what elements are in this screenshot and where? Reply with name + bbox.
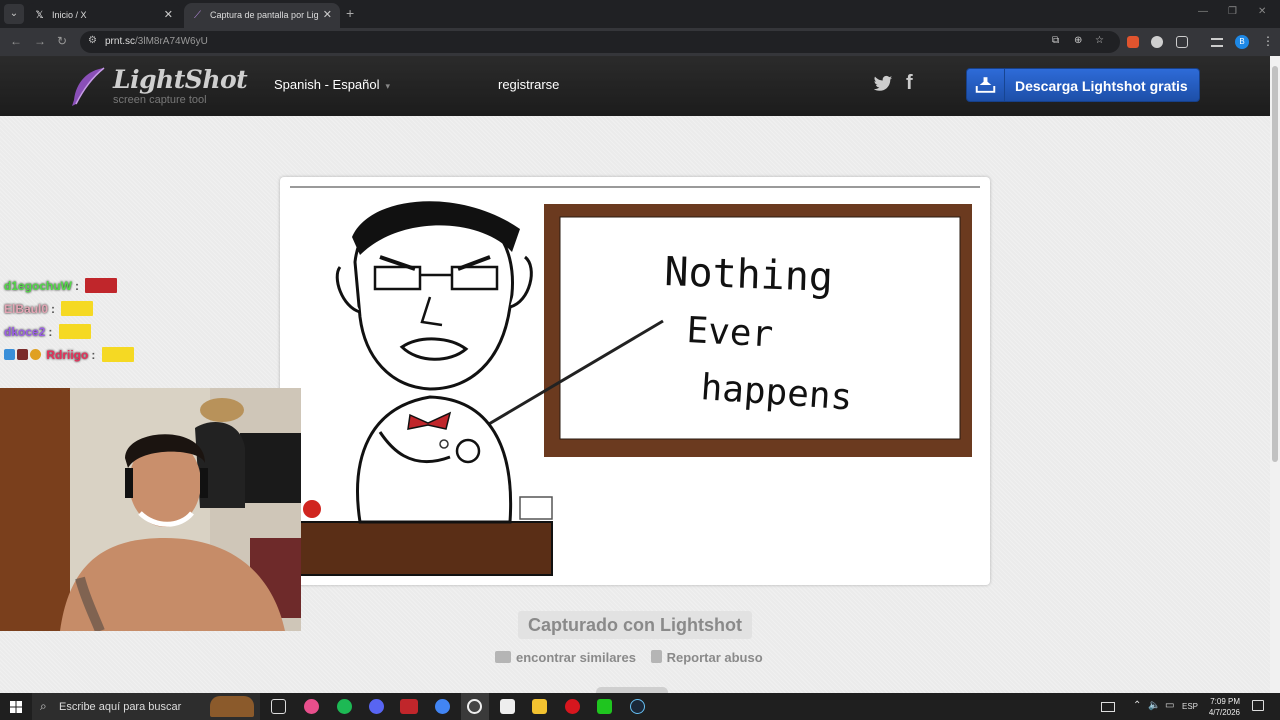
chat-username: dkoce2 xyxy=(4,325,46,339)
chat-message: d1egochuW: xyxy=(4,278,134,301)
find-similar-link[interactable]: encontrar similares xyxy=(516,650,636,665)
install-app-icon[interactable]: ⧉ xyxy=(1052,35,1059,46)
webcam-overlay xyxy=(0,388,301,631)
keyboard-icon[interactable] xyxy=(1101,702,1115,712)
taskbar-search[interactable]: ⌕ Escribe aquí para buscar xyxy=(32,693,260,720)
url-text: prnt.sc/3lM8rA74W6yU xyxy=(105,36,208,47)
clock-date: 4/7/2026 xyxy=(1208,708,1240,717)
chat-badge-icon xyxy=(4,349,15,360)
windows-start-icon[interactable] xyxy=(10,701,22,713)
app-icon[interactable] xyxy=(500,699,515,714)
chat-badge-icon xyxy=(30,349,41,360)
new-tab-button[interactable]: + xyxy=(346,5,354,21)
lightshot-header: LightShot screen capture tool Spanish - … xyxy=(0,56,1270,116)
extensions-puzzle-icon[interactable] xyxy=(1176,36,1188,48)
board-text-line1: Nothing xyxy=(664,249,834,301)
chat-message: dkoce2: xyxy=(4,324,134,347)
browser-toolbar: ← → ↻ ⚙ prnt.sc/3lM8rA74W6yU ⧉ ⊕ ☆ B ⋮ xyxy=(0,28,1280,56)
zoom-icon[interactable]: ⊕ xyxy=(1074,35,1082,46)
kick-icon[interactable] xyxy=(597,699,612,714)
taskbar-clock[interactable]: 7:09 PM 4/7/2026 xyxy=(1202,696,1240,718)
screenshot-image[interactable]: Nothing Ever happens xyxy=(280,177,990,585)
chat-emote xyxy=(101,347,134,362)
voicemod-icon[interactable] xyxy=(400,699,418,714)
file-explorer-icon[interactable] xyxy=(532,699,547,714)
forward-icon[interactable]: → xyxy=(34,34,46,48)
chat-message: ElBaul0: xyxy=(4,301,134,324)
tab-search-button[interactable]: ⌄ xyxy=(4,4,24,24)
download-lightshot-button[interactable]: Descarga Lightshot gratis xyxy=(966,68,1200,102)
maximize-icon[interactable]: ❐ xyxy=(1228,6,1237,17)
address-bar[interactable]: ⚙ prnt.sc/3lM8rA74W6yU ⧉ ⊕ ☆ xyxy=(80,31,1120,53)
captured-with-lightshot[interactable]: Capturado con Lightshot xyxy=(518,611,752,639)
close-tab-icon[interactable]: ✕ xyxy=(323,8,332,21)
chat-username: d1egochuW xyxy=(4,279,72,293)
reading-list-icon[interactable] xyxy=(1211,38,1223,47)
x-logo-icon: 𝕏 xyxy=(35,10,44,21)
logo-subtitle: screen capture tool xyxy=(113,94,207,106)
discord-icon[interactable] xyxy=(369,699,384,714)
download-icon xyxy=(975,69,1005,101)
board-text-line2: Ever xyxy=(686,310,775,355)
windows-taskbar: ⌕ Escribe aquí para buscar ⌃ 🔈 ▭ ESP 7:0… xyxy=(0,693,1280,720)
search-highlight-image xyxy=(210,696,254,717)
chevron-down-icon: ▾ xyxy=(385,81,391,91)
volume-icon[interactable]: 🔈 xyxy=(1148,700,1160,711)
profile-avatar[interactable]: B xyxy=(1235,35,1249,49)
download-button-label: Descarga Lightshot gratis xyxy=(1015,78,1188,94)
clock-time: 7:09 PM xyxy=(1210,697,1240,706)
menu-icon[interactable]: ⋮ xyxy=(1262,34,1274,48)
tab-lightshot[interactable]: ⟋ Captura de pantalla por Lightshot ✕ xyxy=(184,3,340,28)
close-tab-icon[interactable]: ✕ xyxy=(164,8,173,21)
obs-icon[interactable] xyxy=(467,699,482,714)
search-icon: ⌕ xyxy=(40,699,47,713)
chat-username: ElBaul0 xyxy=(4,302,49,316)
chevron-up-icon[interactable]: ⌃ xyxy=(1133,700,1141,711)
browser-tab-bar: ⌄ 𝕏 Inicio / X ✕ ⟋ Captura de pantalla p… xyxy=(0,0,1280,28)
close-window-icon[interactable]: ✕ xyxy=(1258,6,1266,17)
reload-icon[interactable]: ↻ xyxy=(57,34,67,48)
report-abuse-link[interactable]: Reportar abuso xyxy=(667,650,763,665)
notifications-icon[interactable] xyxy=(1252,700,1264,711)
bookmark-star-icon[interactable]: ☆ xyxy=(1095,35,1104,46)
clipboard-icon xyxy=(650,650,662,663)
steam-icon[interactable] xyxy=(630,699,645,714)
chat-emote xyxy=(85,278,118,293)
chat-emote xyxy=(61,301,94,316)
chat-emote xyxy=(58,324,91,339)
facebook-icon[interactable]: f xyxy=(906,72,913,95)
tab-title: Inicio / X xyxy=(52,10,87,20)
camera-icon xyxy=(495,651,511,663)
twitter-icon[interactable] xyxy=(873,75,893,93)
extension-icon[interactable] xyxy=(1127,36,1139,48)
opera-icon[interactable] xyxy=(565,699,580,714)
back-icon[interactable]: ← xyxy=(10,34,22,48)
copilot-icon[interactable] xyxy=(304,699,319,714)
task-view-icon[interactable] xyxy=(271,699,286,714)
tab-title: Captura de pantalla por Lightshot xyxy=(210,10,318,20)
chat-badge-icon xyxy=(17,349,28,360)
extension-icon[interactable] xyxy=(1151,36,1163,48)
tab-inicio-x[interactable]: 𝕏 Inicio / X ✕ xyxy=(26,3,181,28)
minimize-icon[interactable]: — xyxy=(1198,6,1208,17)
site-info-icon[interactable]: ⚙ xyxy=(88,35,100,47)
logo-title[interactable]: LightShot xyxy=(113,65,248,94)
lightshot-feather-icon: ⟋ xyxy=(194,10,201,21)
lightshot-feather-icon xyxy=(72,67,105,106)
search-placeholder: Escribe aquí para buscar xyxy=(59,701,182,713)
network-icon[interactable]: ▭ xyxy=(1165,700,1174,711)
screenshot-actions: encontrar similares Reportar abuso xyxy=(495,650,763,665)
register-link[interactable]: registrarse xyxy=(498,77,559,92)
chrome-icon[interactable] xyxy=(435,699,450,714)
scrollbar-thumb[interactable] xyxy=(1272,66,1278,462)
language-indicator[interactable]: ESP xyxy=(1182,702,1198,711)
chat-username: Rdriigo xyxy=(46,348,89,362)
stream-chat-overlay: d1egochuW: ElBaul0: dkoce2: Rdriigo: xyxy=(4,278,134,370)
spotify-icon[interactable] xyxy=(337,699,352,714)
language-selector[interactable]: Spanish - Español ▾ xyxy=(274,77,390,92)
chat-message: Rdriigo: xyxy=(4,347,134,370)
